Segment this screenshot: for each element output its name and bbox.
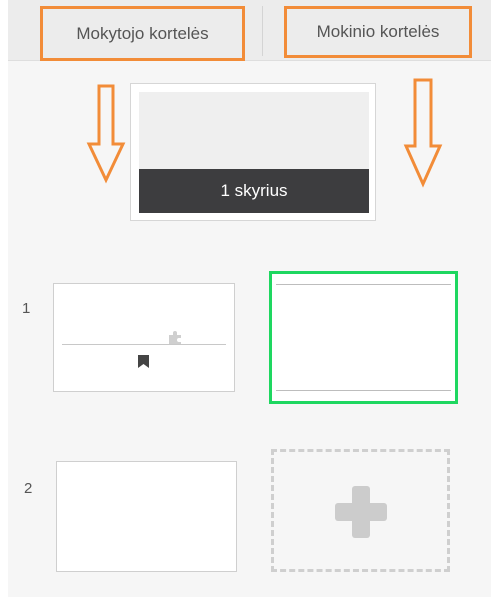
arrow-down-icon — [403, 78, 443, 188]
plus-icon — [335, 486, 387, 538]
chapter-title: 1 skyrius — [220, 181, 288, 200]
tab-student-cards-label: Mokinio kortelės — [316, 22, 440, 41]
chapter-card[interactable]: 1 skyrius — [130, 83, 376, 221]
tab-student-cards[interactable]: Mokinio kortelės — [284, 6, 472, 58]
teacher-card[interactable] — [53, 283, 235, 392]
student-card-selected[interactable] — [269, 271, 458, 404]
arrow-down-icon — [86, 84, 126, 184]
card-divider — [62, 344, 226, 345]
chapter-label-bar: 1 skyrius — [139, 169, 369, 213]
tab-teacher-cards-label: Mokytojo kortelės — [76, 23, 209, 43]
bookmark-icon — [138, 355, 149, 368]
teacher-card[interactable] — [56, 461, 237, 572]
card-line — [276, 284, 451, 285]
row-number: 1 — [22, 300, 31, 317]
add-student-card-button[interactable] — [271, 449, 450, 572]
tab-divider — [262, 6, 263, 56]
row-number: 2 — [24, 480, 33, 497]
tab-teacher-cards[interactable]: Mokytojo kortelės — [40, 6, 245, 61]
chapter-preview — [139, 92, 369, 172]
card-line — [276, 390, 451, 391]
